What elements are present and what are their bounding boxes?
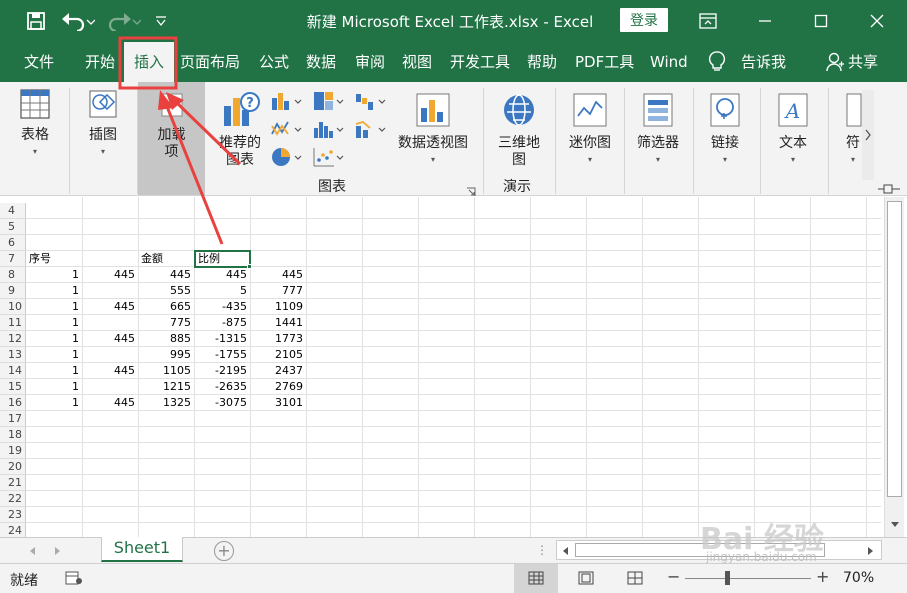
- annotation-highlight-box: [118, 36, 178, 90]
- excel-window: 新建 Microsoft Excel 工作表.xlsx - Excel 登录 文…: [0, 0, 907, 593]
- annotation-overlay: [118, 36, 242, 245]
- baidu-watermark-url: jingyan.baidu.com: [706, 550, 817, 564]
- annotation-arrow: [164, 103, 224, 245]
